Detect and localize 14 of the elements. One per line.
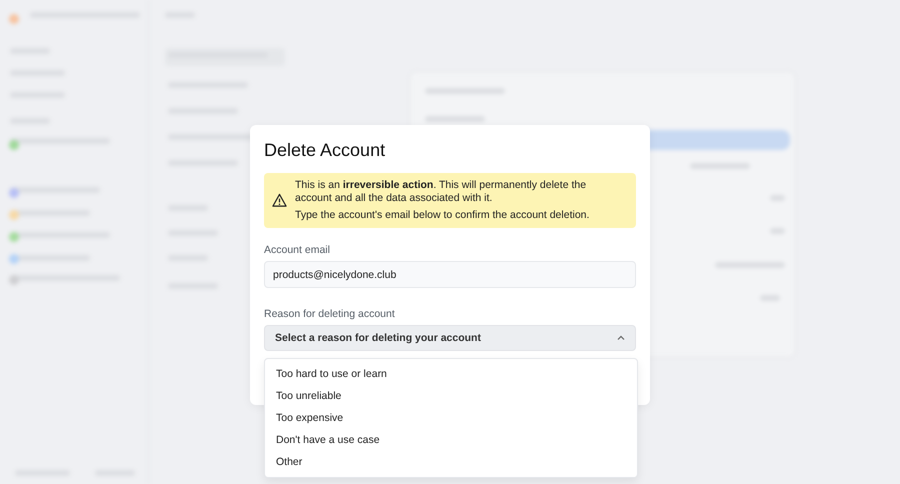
field-label: Account email	[264, 244, 331, 256]
dropdown-option[interactable]: Too unreliable	[265, 385, 637, 407]
dialog-title: Delete Account	[264, 140, 386, 161]
dropdown-option[interactable]: Other	[265, 451, 637, 473]
warning-text: Type the account's email below to confirm the account deletion.	[295, 209, 590, 222]
dropdown-option[interactable]: Too expensive	[265, 407, 637, 429]
reason-select[interactable]: Select a reason for deleting your account	[264, 325, 636, 351]
warning-icon	[272, 193, 287, 208]
email-field[interactable]: products@nicelydone.club	[264, 261, 636, 288]
dropdown-option[interactable]: Don't have a use case	[265, 429, 637, 451]
warning-text: This is an irreversible action. This will permanently delete the account and all the data associated with it.	[295, 179, 588, 205]
dropdown-option[interactable]: Too hard to use or learn	[265, 363, 637, 385]
caret-icon	[617, 335, 625, 341]
field-label: Reason for deleting account	[264, 308, 396, 320]
